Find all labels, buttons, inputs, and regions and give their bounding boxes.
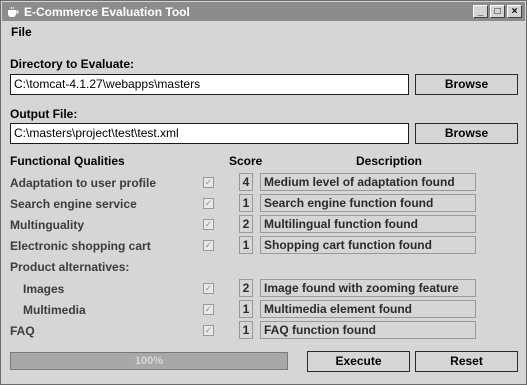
quality-score: 1 <box>239 321 253 339</box>
progress-text: 100% <box>134 355 164 367</box>
app-window: E-Commerce Evaluation Tool _ □ × File Di… <box>0 0 527 385</box>
quality-checkbox[interactable]: ✓ <box>203 219 214 230</box>
quality-checkbox[interactable]: ✓ <box>203 198 214 209</box>
reset-button[interactable]: Reset <box>415 351 518 372</box>
quality-description: FAQ function found <box>260 321 476 339</box>
quality-label: Multinguality <box>10 218 84 232</box>
quality-checkbox[interactable]: ✓ <box>203 283 214 294</box>
quality-label: Multimedia <box>23 303 86 317</box>
quality-label: Adaptation to user profile <box>10 176 157 190</box>
quality-label: Electronic shopping cart <box>10 239 151 253</box>
maximize-icon[interactable]: □ <box>490 5 505 18</box>
window-controls: _ □ × <box>473 5 522 18</box>
functional-qualities-header: Functional Qualities <box>10 154 125 168</box>
java-cup-icon <box>8 6 19 17</box>
quality-score: 2 <box>239 279 253 297</box>
quality-score: 1 <box>239 236 253 254</box>
execute-button[interactable]: Execute <box>307 351 410 372</box>
product-alternatives-label: Product alternatives: <box>10 260 130 274</box>
quality-label: Images <box>23 282 65 296</box>
menu-file[interactable]: File <box>11 25 32 39</box>
directory-field[interactable]: C:\tomcat-4.1.27\webapps\masters <box>10 74 409 95</box>
quality-description: Multimedia element found <box>260 300 476 318</box>
output-file-label: Output File: <box>10 107 78 121</box>
quality-score: 1 <box>239 300 253 318</box>
window-title: E-Commerce Evaluation Tool <box>24 4 190 19</box>
quality-label: FAQ <box>10 324 35 338</box>
quality-description: Medium level of adaptation found <box>260 173 476 191</box>
directory-browse-button[interactable]: Browse <box>415 74 518 95</box>
progress-bar: 100% <box>10 352 288 370</box>
quality-description: Multilingual function found <box>260 215 476 233</box>
quality-score: 1 <box>239 194 253 212</box>
minimize-icon[interactable]: _ <box>473 5 488 18</box>
output-file-field[interactable]: C:\masters\project\test\test.xml <box>10 123 409 144</box>
quality-score: 2 <box>239 215 253 233</box>
quality-score: 4 <box>239 173 253 191</box>
quality-checkbox[interactable]: ✓ <box>203 304 214 315</box>
quality-description: Search engine function found <box>260 194 476 212</box>
output-browse-button[interactable]: Browse <box>415 123 518 144</box>
directory-label: Directory to Evaluate: <box>10 57 135 71</box>
quality-description: Shopping cart function found <box>260 236 476 254</box>
quality-description: Image found with zooming feature <box>260 279 476 297</box>
quality-checkbox[interactable]: ✓ <box>203 240 214 251</box>
quality-label: Search engine service <box>10 197 137 211</box>
score-header: Score <box>229 154 263 168</box>
title-bar[interactable]: E-Commerce Evaluation Tool _ □ × <box>2 2 525 21</box>
quality-checkbox[interactable]: ✓ <box>203 325 214 336</box>
description-header: Description <box>356 154 423 168</box>
quality-checkbox[interactable]: ✓ <box>203 177 214 188</box>
menu-bar: File <box>2 22 525 42</box>
close-icon[interactable]: × <box>507 5 522 18</box>
